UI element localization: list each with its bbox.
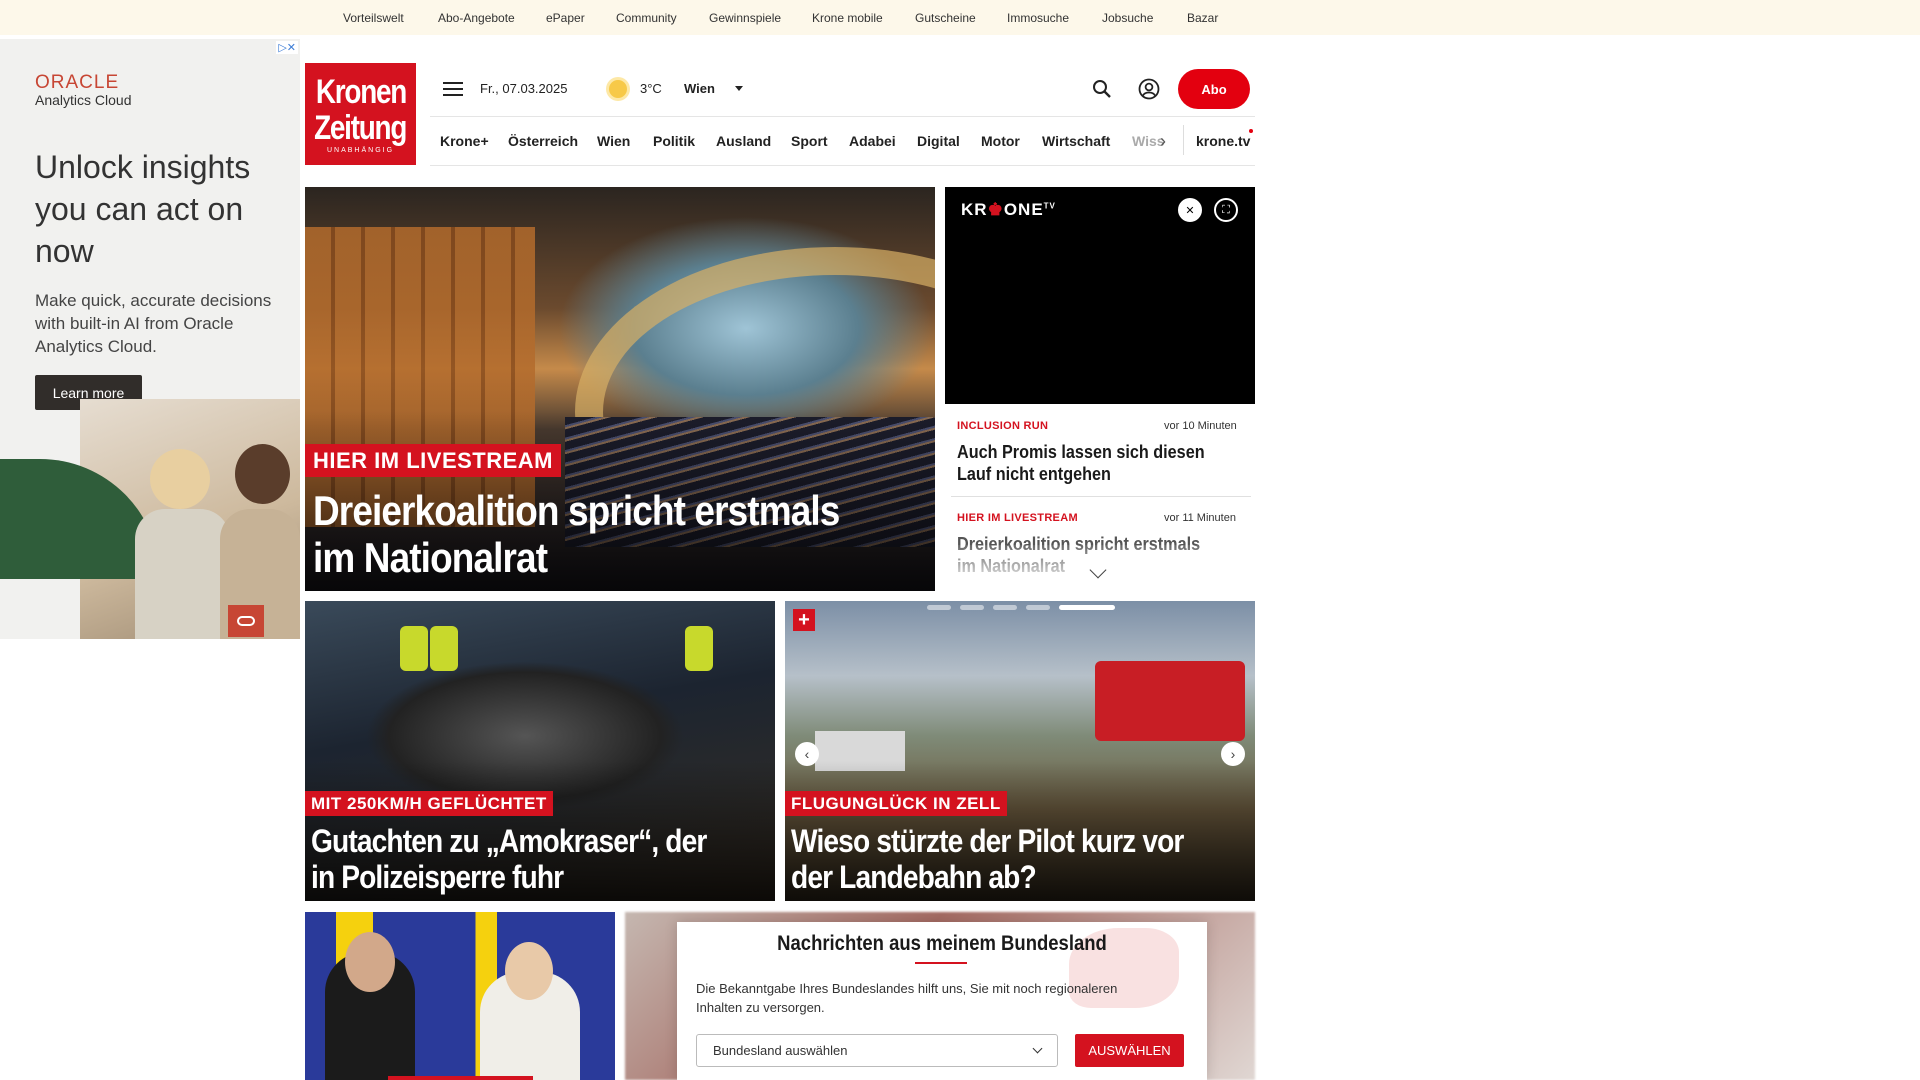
ad-body-text: Make quick, accurate decisions with buil…: [35, 291, 272, 356]
kronen-zeitung-logo[interactable]: Kronen Zeitung UNABHÄNGIG: [305, 63, 416, 165]
side-item-kicker: INCLUSION RUN: [957, 420, 1049, 432]
nav-item-ausland[interactable]: Ausland: [716, 133, 771, 149]
temperature: 3°C: [640, 81, 662, 96]
city-selector[interactable]: Wien: [684, 81, 715, 96]
side-item-time: vor 11 Minuten: [1164, 512, 1236, 524]
current-date: Fr., 07.03.2025: [480, 81, 568, 96]
topbar-link-abo-angebote[interactable]: Abo-Angebote: [438, 11, 515, 25]
ad-person-left: [135, 509, 230, 639]
topbar-link-vorteilswelt[interactable]: Vorteilswelt: [343, 11, 404, 25]
nav-item-politik[interactable]: Politik: [653, 133, 695, 149]
top-utility-bar: Vorteilswelt Abo-Angebote ePaper Communi…: [0, 0, 1920, 35]
ad-product-name: Analytics Cloud: [35, 92, 132, 108]
notification-dot: [1249, 129, 1253, 133]
auswaehlen-button[interactable]: AUSWÄHLEN: [1075, 1034, 1184, 1067]
search-icon[interactable]: [1092, 79, 1112, 99]
card-tag: FLUGUNGLÜCK IN ZELL: [785, 791, 1007, 816]
card-title[interactable]: Gutachten zu „Amokraser“, der in Polizei…: [311, 823, 716, 895]
bundesland-dialog: Nachrichten aus meinem Bundesland Die Be…: [677, 922, 1207, 1080]
topbar-link-immosuche[interactable]: Immosuche: [1007, 11, 1069, 25]
carousel-prev-button[interactable]: ‹: [795, 742, 819, 766]
carousel-indicator[interactable]: [927, 605, 1115, 610]
bundesland-select[interactable]: Bundesland auswählen: [696, 1034, 1058, 1067]
side-item-title[interactable]: Auch Promis lassen sich diesen Lauf nich…: [957, 441, 1218, 485]
nav-separator: [1183, 125, 1184, 155]
fullscreen-icon[interactable]: ⛶: [1214, 198, 1238, 222]
sun-icon: [609, 80, 627, 98]
topbar-link-bazar[interactable]: Bazar: [1187, 11, 1218, 25]
nav-item-krone-plus[interactable]: Krone+: [440, 133, 489, 149]
topbar-link-community[interactable]: Community: [616, 11, 677, 25]
krone-tv-logo-tv: TV: [1043, 201, 1056, 211]
krone-tv-logo: KR♚ONETV: [961, 200, 1056, 220]
side-item-kicker: HIER IM LIVESTREAM: [957, 512, 1078, 524]
card-image-person-head: [345, 932, 395, 992]
krone-tv-logo-kr: KR: [961, 200, 988, 219]
nav-item-wien[interactable]: Wien: [597, 133, 630, 149]
card-tag-edge: [388, 1076, 533, 1080]
carousel-next-button[interactable]: ›: [1221, 742, 1245, 766]
nav-item-digital[interactable]: Digital: [917, 133, 960, 149]
card-image-detail: [430, 626, 458, 671]
card-image-person-head: [505, 942, 553, 1000]
topbar-link-gutscheine[interactable]: Gutscheine: [915, 11, 976, 25]
oracle-ad-banner[interactable]: ▷✕ ORACLE Analytics Cloud Unlock insight…: [0, 39, 300, 639]
abo-button[interactable]: Abo: [1178, 69, 1250, 109]
user-account-icon[interactable]: [1138, 78, 1160, 100]
side-item-time: vor 10 Minuten: [1164, 420, 1237, 432]
ad-headline: Unlock insights you can act on now: [35, 149, 251, 269]
topbar-link-epaper[interactable]: ePaper: [546, 11, 585, 25]
nav-divider-bottom: [430, 165, 1255, 166]
card-image-detail: [400, 626, 428, 671]
nav-item-oesterreich[interactable]: Österreich: [508, 133, 578, 149]
logo-line-2: Zeitung: [314, 109, 407, 147]
hero-tag: HIER IM LIVESTREAM: [305, 444, 562, 477]
krone-plus-icon: +: [793, 609, 815, 631]
card-tag: MIT 250KM/H GEFLÜCHTET: [305, 791, 553, 816]
nav-item-krone-tv[interactable]: krone.tv: [1196, 133, 1250, 149]
nav-item-sport[interactable]: Sport: [791, 133, 828, 149]
chevron-down-icon[interactable]: [735, 86, 743, 91]
oracle-icon: [228, 605, 264, 637]
chevron-right-icon[interactable]: ›: [1160, 131, 1166, 152]
hero-title[interactable]: Dreierkoalition spricht erstmals im Nati…: [313, 487, 841, 581]
side-divider: [951, 496, 1251, 497]
oracle-logo: ORACLE: [35, 72, 120, 93]
krone-tv-logo-crown: ♚: [987, 200, 1004, 219]
menu-icon[interactable]: [443, 82, 463, 96]
nav-item-motor[interactable]: Motor: [981, 133, 1020, 149]
dialog-text: Die Bekanntgabe Ihres Bundeslandes hilft…: [696, 981, 1118, 1015]
adchoices-icon[interactable]: ▷✕: [276, 41, 298, 54]
nav-item-adabei[interactable]: Adabei: [849, 133, 896, 149]
card-image-detail: [685, 626, 713, 671]
logo-tagline: UNABHÄNGIG: [326, 147, 395, 154]
card-image: [1095, 661, 1245, 741]
topbar-link-jobsuche[interactable]: Jobsuche: [1102, 11, 1153, 25]
nav-item-wirtschaft[interactable]: Wirtschaft: [1042, 133, 1110, 149]
topbar-link-gewinnspiele[interactable]: Gewinnspiele: [709, 11, 781, 25]
topbar-link-krone-mobile[interactable]: Krone mobile: [812, 11, 883, 25]
select-value: Bundesland auswählen: [713, 1043, 848, 1058]
ad-person-right-head: [235, 444, 290, 504]
logo-line-1: Kronen: [315, 73, 406, 111]
nav-divider-top: [430, 116, 1255, 117]
dialog-title: Nachrichten aus meinem Bundesland: [777, 932, 1107, 955]
krone-tv-logo-one: ONE: [1003, 200, 1044, 219]
mute-icon[interactable]: ✕: [1178, 198, 1202, 222]
chevron-down-icon: [1032, 1043, 1043, 1054]
card-title[interactable]: Wieso stürzte der Pilot kurz vor der Lan…: [791, 823, 1196, 895]
title-underline: [915, 962, 967, 964]
article-card[interactable]: [305, 912, 615, 1080]
ad-person-left-head: [150, 449, 210, 509]
